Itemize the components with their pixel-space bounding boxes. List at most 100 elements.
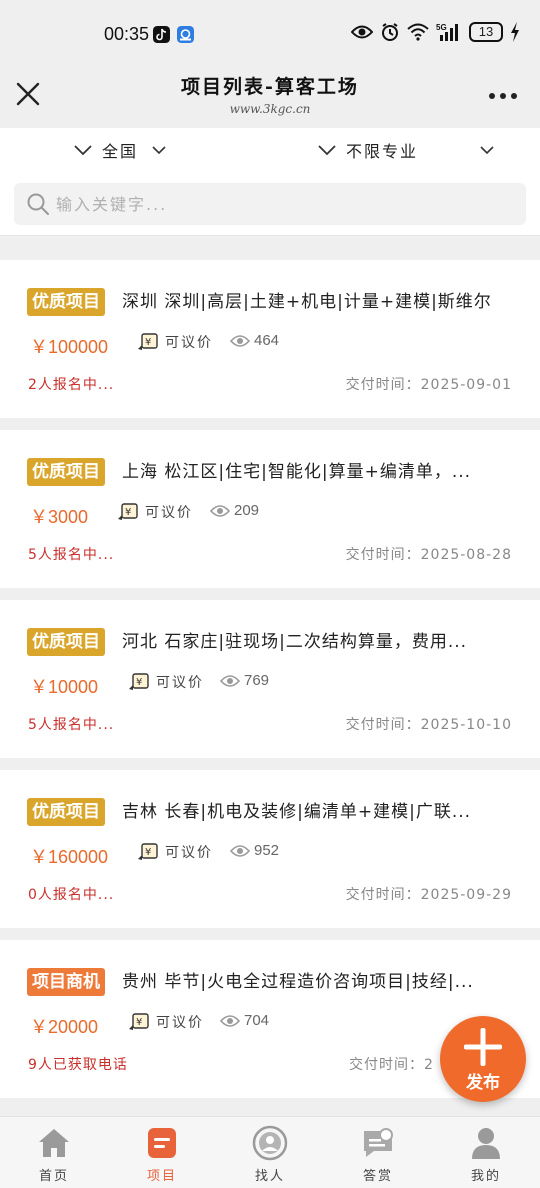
view-count: 209 [210,502,259,519]
delivery-date: 交付时间：2025-08-28 [345,547,512,563]
project-tag: 优质项目 [27,458,105,486]
title-bar: 项目列表-算客工场 www.3kgc.cn [0,66,540,128]
nav-label: 找人 [254,1169,285,1184]
project-card[interactable]: 优质项目 深圳 深圳|高层|土建+机电|计量+建模|斯维尔 ￥100000 ¥ … [0,260,540,418]
search-icon [27,193,49,215]
answer-reward-icon [364,1128,393,1157]
svg-text:¥: ¥ [125,507,133,518]
status-time: 00:35 [104,24,150,44]
search-bar [0,172,540,236]
delivery-date: 交付时间：2025-09-29 [345,887,512,903]
negotiable-badge: ¥ 可议价 [128,1012,204,1032]
delivery-date: 交付时间：2025-09-01 [345,377,512,393]
specialty-filter[interactable]: 不限专业 [318,136,494,164]
region-filter[interactable]: 全国 [74,136,166,164]
negotiable-label: 可议价 [165,335,213,351]
negotiable-label: 可议价 [165,845,213,861]
delivery-date: 交付时间：2025-10-10 [345,717,512,733]
battery-indicator: 13 [469,22,503,42]
project-title: 深圳 深圳|高层|土建+机电|计量+建模|斯维尔 [122,292,492,312]
chevron-down-icon [74,145,92,156]
eye-icon [230,844,250,857]
page-title: 项目列表-算客工场 [181,76,359,98]
bottom-nav: 首页 项目 找人 答赏 我的 [0,1116,540,1188]
nav-projects[interactable]: 项目 [108,1117,216,1188]
nav-answer-reward[interactable]: 答赏 [324,1117,432,1188]
view-count-value: 769 [244,672,270,689]
negotiable-badge: ¥ 可议价 [117,502,193,522]
svg-text:¥: ¥ [136,677,144,688]
chevron-down-icon [480,146,494,155]
negotiable-icon: ¥ [138,333,158,350]
svg-text:¥: ¥ [145,847,153,858]
signup-status: 5人报名中... [28,547,115,563]
project-title: 河北 石家庄|驻现场|二次结构算量，费用... [122,632,468,652]
view-count: 464 [230,332,279,349]
eye-icon [351,25,373,39]
tiktok-icon [153,26,170,43]
svg-text:¥: ¥ [136,1017,144,1028]
project-tag: 优质项目 [27,798,105,826]
negotiable-badge: ¥ 可议价 [137,842,213,862]
status-bar: 00:35 5G 13 [0,0,540,66]
signup-status: 2人报名中... [28,377,115,393]
home-icon [39,1129,69,1157]
view-count-value: 704 [244,1012,270,1029]
search-box[interactable] [14,183,526,225]
project-card[interactable]: 优质项目 吉林 长春|机电及装修|编清单+建模|广联... ￥160000 ¥ … [0,770,540,928]
nav-home[interactable]: 首页 [0,1117,108,1188]
negotiable-badge: ¥ 可议价 [128,672,204,692]
svg-text:5G: 5G [436,23,447,32]
view-count-value: 209 [234,502,260,519]
more-options-icon[interactable] [488,92,518,100]
publish-button[interactable]: 发布 [440,1016,526,1102]
search-input[interactable] [56,183,496,225]
plus-icon [464,1028,502,1066]
negotiable-badge: ¥ 可议价 [137,332,213,352]
negotiable-label: 可议价 [156,675,204,691]
app-notification-icon [177,26,194,43]
find-people-icon [252,1125,288,1161]
nav-label: 我的 [470,1169,501,1184]
signup-status: 9人已获取电话 [28,1057,128,1073]
project-card[interactable]: 优质项目 上海 松江区|住宅|智能化|算量+编清单，... ￥3000 ¥ 可议… [0,430,540,588]
eye-icon [220,1014,240,1027]
signup-status: 0人报名中... [28,887,115,903]
eye-icon [230,334,250,347]
project-price: ￥10000 [30,677,99,697]
project-icon [148,1128,176,1158]
nav-label: 项目 [146,1169,177,1184]
specialty-filter-label: 不限专业 [346,142,419,161]
negotiable-icon: ¥ [118,503,138,520]
nav-profile[interactable]: 我的 [432,1117,540,1188]
alarm-icon [382,23,398,41]
project-price: ￥20000 [30,1017,99,1037]
project-price: ￥100000 [30,337,109,357]
view-count: 952 [230,842,279,859]
project-tag: 优质项目 [27,288,105,316]
profile-icon [472,1128,500,1159]
signup-status: 5人报名中... [28,717,115,733]
wifi-icon [407,23,429,41]
view-count-value: 464 [254,332,280,349]
charging-icon [511,22,519,42]
nav-label: 首页 [38,1169,69,1184]
signal-5g-icon: 5G [436,23,458,41]
delivery-date: 交付时间：2 [349,1057,434,1073]
project-price: ￥160000 [30,847,109,867]
nav-label: 答赏 [362,1169,393,1184]
negotiable-label: 可议价 [156,1015,204,1031]
project-tag: 优质项目 [27,628,105,656]
view-count: 704 [220,1012,269,1029]
negotiable-icon: ¥ [129,673,149,690]
project-tag: 项目商机 [27,968,105,996]
nav-find-people[interactable]: 找人 [216,1117,324,1188]
negotiable-icon: ¥ [129,1013,149,1030]
publish-label: 发布 [466,1073,500,1093]
page-subtitle: www.3kgc.cn [229,102,311,116]
negotiable-label: 可议价 [145,505,193,521]
eye-icon [220,674,240,687]
project-card[interactable]: 优质项目 河北 石家庄|驻现场|二次结构算量，费用... ￥10000 ¥ 可议… [0,600,540,758]
filter-bar: 全国 不限专业 [0,128,540,172]
project-title: 贵州 毕节|火电全过程造价咨询项目|技经|... [122,972,474,992]
